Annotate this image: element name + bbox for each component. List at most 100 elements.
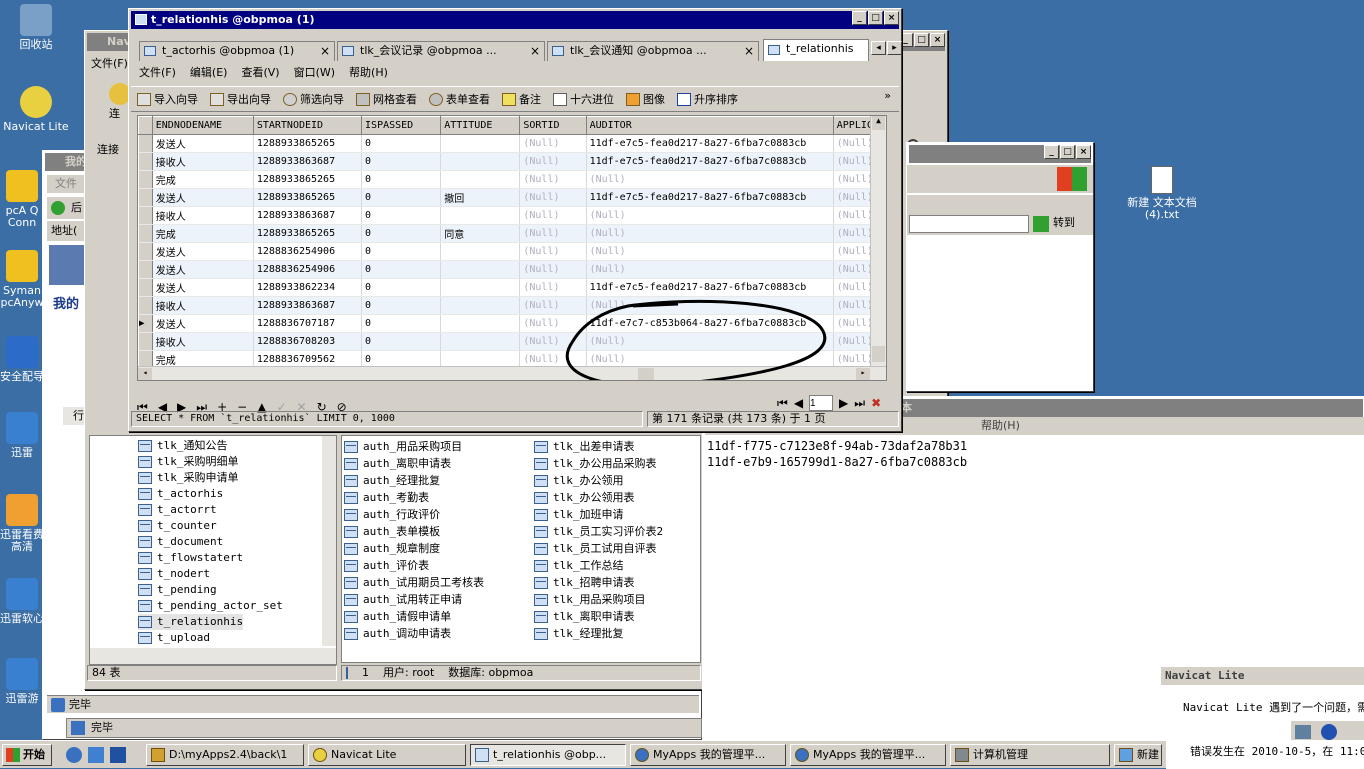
grid-cell[interactable]: 1288933865265 (253, 134, 363, 153)
grid-cell[interactable] (440, 152, 521, 171)
table-row[interactable]: 发送人 1288933865265 0 撤回 (Null) 11df-e7c5-fea0d… (138, 188, 886, 207)
navicat-max-button[interactable]: □ (914, 33, 929, 47)
list-item[interactable]: tlk_经理批复 (534, 625, 624, 642)
start-button[interactable]: 开始 (2, 744, 52, 766)
grid-cell[interactable]: 0 (361, 332, 442, 351)
tree-item[interactable]: t_flowstatert (138, 550, 243, 566)
row-indicator[interactable] (138, 152, 153, 171)
grid-cell[interactable]: 0 (361, 134, 442, 153)
task-new-text[interactable]: 新建 (1114, 744, 1162, 766)
last-page-button[interactable]: ⏭ (854, 396, 865, 411)
filter-wizard-button[interactable]: 筛选向导 (283, 91, 344, 107)
grid-cell[interactable]: 11df-e7c5-fea0d217-8a27-6fba7c0883cb (586, 278, 834, 297)
list-item[interactable]: tlk_办公用品采购表 (534, 455, 657, 472)
menu-file[interactable]: 文件(F) (139, 63, 176, 83)
grid-cell[interactable]: 完成 (152, 170, 254, 189)
list-item[interactable]: auth_离职申请表 (344, 455, 451, 472)
grid-cell[interactable]: 1288933865265 (253, 224, 363, 243)
grid-cell[interactable]: 1288933863687 (253, 296, 363, 315)
grid-cell[interactable]: 0 (361, 152, 442, 171)
tree-item[interactable]: t_counter (138, 518, 217, 534)
task-folder[interactable]: D:\myApps2.4\back\1 (146, 744, 304, 766)
list-item[interactable]: auth_请假申请单 (344, 608, 451, 625)
desktop-icon-xunlei[interactable]: 迅雷 (0, 412, 44, 459)
grid-cell[interactable] (440, 332, 521, 351)
grid-view-button[interactable]: 网格查看 (356, 91, 417, 107)
tree-hscrollbar[interactable] (90, 648, 336, 664)
grid-cell[interactable]: 11df-e7c5-fea0d217-8a27-6fba7c0883cb (586, 152, 834, 171)
grid-cell[interactable]: 发送人 (152, 242, 254, 261)
grid-cell[interactable]: 11df-e7c5-fea0d217-8a27-6fba7c0883cb (586, 134, 834, 153)
tree-item[interactable]: t_pending (138, 582, 217, 598)
first-page-button[interactable]: ⏮ (777, 396, 788, 411)
column-header[interactable]: ATTITUDE (440, 116, 521, 135)
desktop-icon-xunlei-soft[interactable]: 迅雷软心 (0, 578, 44, 625)
table-row[interactable]: 完成 1288933865265 0 同意 (Null) (Null) (Null) (138, 224, 886, 243)
menu-window[interactable]: 窗口(W) (294, 63, 335, 83)
desktop-icon-pcaq[interactable]: pcA Q Conn (0, 170, 44, 229)
row-indicator[interactable]: ▶ (138, 314, 153, 333)
grid-cell[interactable]: 1288933863687 (253, 206, 363, 225)
column-header[interactable]: SORTID (519, 116, 587, 135)
grid-cell[interactable]: 1288933865265 (253, 188, 363, 207)
tab-close-icon[interactable]: × (744, 42, 754, 60)
explorer-min-button[interactable]: _ (1044, 145, 1059, 159)
table-row[interactable]: 发送人 1288933862234 0 (Null) 11df-e7c5-fea0d21… (138, 278, 886, 297)
grid-cell[interactable]: 接收人 (152, 206, 254, 225)
tab-scroll-left[interactable]: ◂ (871, 41, 886, 55)
tree-item[interactable]: tlk_通知公告 (138, 438, 228, 454)
row-indicator[interactable] (138, 278, 153, 297)
grid-cell[interactable]: 发送人 (152, 314, 254, 333)
row-indicator[interactable] (138, 242, 153, 261)
list-item[interactable]: tlk_用品采购项目 (534, 591, 646, 608)
row-indicator[interactable] (138, 332, 153, 351)
navicat-close-button[interactable]: × (930, 33, 945, 47)
list-item[interactable]: tlk_离职申请表 (534, 608, 635, 625)
grid-cell[interactable] (440, 170, 521, 189)
grid-cell[interactable]: (Null) (586, 170, 834, 189)
table-row[interactable]: 发送人 1288933865265 0 (Null) 11df-e7c5-fea0d21… (138, 134, 886, 153)
tab-meeting-record[interactable]: tlk_会议记录 @obpmoa ... × (337, 41, 545, 61)
network-icon[interactable] (1295, 725, 1311, 739)
list-item[interactable]: auth_行政评价 (344, 506, 440, 523)
help-icon[interactable] (1321, 724, 1337, 740)
grid-cell[interactable]: 发送人 (152, 278, 254, 297)
column-header[interactable]: ENDNODENAME (151, 116, 254, 135)
toolbar-overflow-icon[interactable]: » (884, 89, 891, 102)
tree-item[interactable]: t_actorhis (138, 486, 223, 502)
row-indicator[interactable] (138, 170, 153, 189)
next-page-button[interactable]: ▶ (839, 396, 848, 410)
desktop-icon-navicat[interactable]: Navicat Lite (0, 86, 72, 133)
grid-cell[interactable] (440, 134, 521, 153)
task-myapps-1[interactable]: MyApps 我的管理平... (630, 744, 786, 766)
page-number-input[interactable] (809, 395, 834, 411)
grid-cell[interactable]: 发送人 (152, 260, 254, 279)
table-close-button[interactable]: × (884, 11, 899, 25)
hex-button[interactable]: 十六进位 (553, 91, 614, 107)
desktop-icon-xunlei-kankan[interactable]: 迅雷看费高清 (0, 494, 44, 553)
tab-scroll-right[interactable]: ▸ (887, 41, 902, 55)
export-wizard-button[interactable]: 导出向导 (210, 91, 271, 107)
list-item[interactable]: tlk_员工试用自评表 (534, 540, 657, 557)
grid-cell[interactable]: (Null) (586, 224, 834, 243)
grid-cell[interactable]: 0 (361, 260, 442, 279)
row-indicator[interactable] (138, 260, 153, 279)
row-indicator[interactable] (138, 206, 153, 225)
task-relationhis[interactable]: t_relationhis @obp... (470, 744, 626, 766)
grid-cell[interactable]: 0 (361, 170, 442, 189)
task-computer-mgmt[interactable]: 计算机管理 (950, 744, 1110, 766)
grid-cell[interactable]: 1288933863687 (253, 152, 363, 171)
grid-cell[interactable]: (Null) (586, 260, 834, 279)
grid-cell[interactable]: 同意 (440, 224, 521, 243)
grid-cell[interactable]: 1288933865265 (253, 170, 363, 189)
task-navicat[interactable]: Navicat Lite (308, 744, 466, 766)
grid-cell[interactable]: 0 (361, 242, 442, 261)
list-item[interactable]: tlk_工作总结 (534, 557, 624, 574)
grid-cell[interactable]: (Null) (519, 152, 587, 171)
form-view-button[interactable]: 表单查看 (429, 91, 490, 107)
menu-help[interactable]: 帮助(H) (349, 63, 388, 83)
row-indicator[interactable] (138, 134, 153, 153)
explorer-address-input[interactable] (909, 215, 1029, 233)
tab-close-icon[interactable]: × (320, 42, 330, 60)
grid-cell[interactable]: (Null) (586, 206, 834, 225)
